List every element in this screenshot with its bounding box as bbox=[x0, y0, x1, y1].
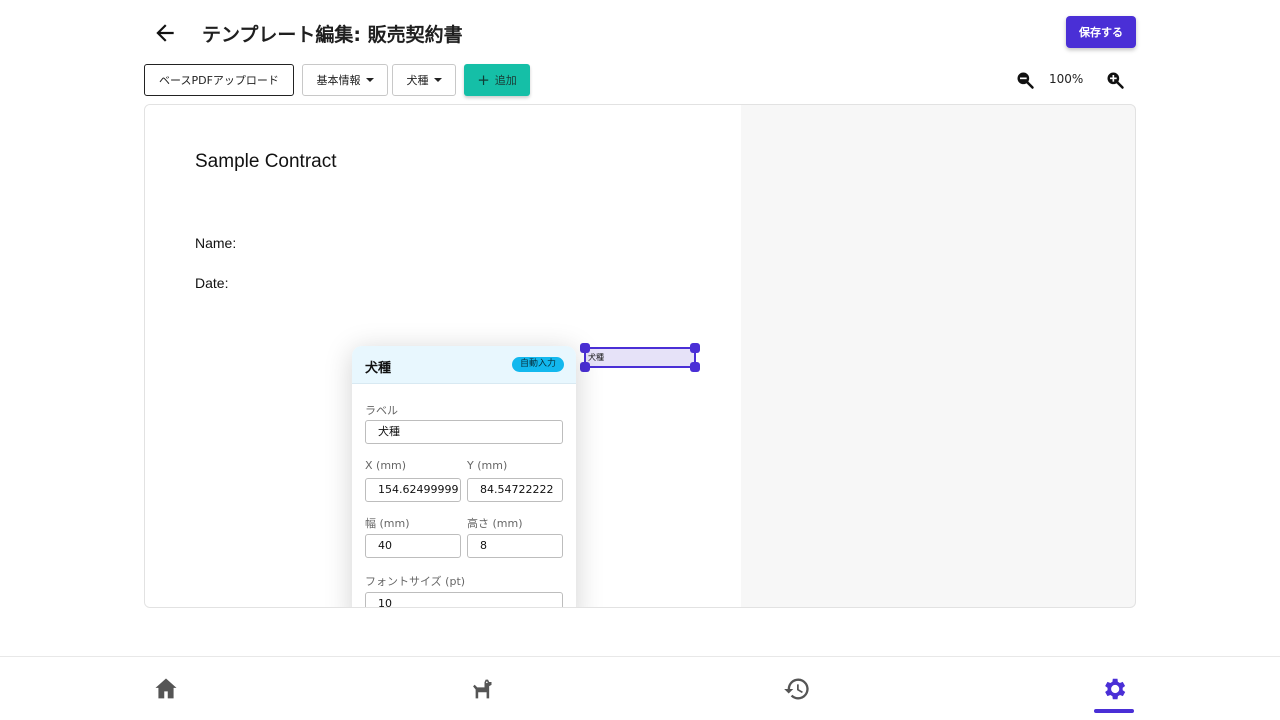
y-caption: Y (mm) bbox=[467, 459, 508, 472]
home-icon[interactable] bbox=[152, 675, 180, 703]
zoom-level: 100% bbox=[1049, 72, 1084, 86]
height-input[interactable]: 8 bbox=[467, 534, 563, 558]
editor-toolbar: ベースPDFアップロード 基本情報 犬種 + 追加 100% bbox=[144, 64, 1136, 96]
active-tab-indicator bbox=[1094, 709, 1134, 713]
caret-down-icon bbox=[433, 78, 442, 82]
x-input[interactable]: 154.62499999 bbox=[365, 478, 461, 502]
resize-handle-bottom-right[interactable] bbox=[690, 362, 700, 372]
y-input[interactable]: 84.54722222 bbox=[467, 478, 563, 502]
label-input[interactable]: 犬種 bbox=[365, 420, 563, 444]
document-name-label: Name: bbox=[195, 235, 237, 251]
back-arrow-icon[interactable] bbox=[152, 20, 178, 46]
selected-field-box[interactable]: 犬種 bbox=[580, 343, 700, 372]
height-caption: 高さ (mm) bbox=[467, 517, 523, 530]
basic-info-label: 基本情報 bbox=[316, 74, 361, 87]
basic-info-dropdown[interactable]: 基本情報 bbox=[302, 64, 388, 96]
panel-title: 犬種 bbox=[365, 361, 392, 376]
font-size-caption: フォントサイズ (pt) bbox=[365, 575, 466, 588]
caret-down-icon bbox=[365, 78, 374, 82]
panel-header: 犬種 自動入力 bbox=[352, 346, 576, 384]
page-header: テンプレート編集: 販売契約書 保存する bbox=[144, 14, 1136, 50]
add-field-label: 追加 bbox=[494, 74, 517, 87]
field-box-label: 犬種 bbox=[588, 353, 604, 362]
auto-fill-badge: 自動入力 bbox=[511, 357, 564, 372]
save-button[interactable]: 保存する bbox=[1066, 16, 1136, 48]
document-title: Sample Contract bbox=[195, 151, 337, 172]
zoom-out-icon[interactable] bbox=[1015, 70, 1035, 90]
dog-breed-dropdown[interactable]: 犬種 bbox=[392, 64, 456, 96]
document-date-label: Date: bbox=[195, 275, 229, 291]
settings-gear-icon[interactable] bbox=[1100, 675, 1128, 703]
field-properties-panel: 犬種 自動入力 ラベル 犬種 X (mm) 154.62499999 Y (mm… bbox=[352, 346, 576, 607]
upload-base-pdf-button[interactable]: ベースPDFアップロード bbox=[144, 64, 294, 96]
width-input[interactable]: 40 bbox=[365, 534, 461, 558]
font-size-input[interactable]: 10 bbox=[365, 592, 563, 607]
width-caption: 幅 (mm) bbox=[365, 517, 410, 530]
add-field-button[interactable]: + 追加 bbox=[464, 64, 530, 96]
dog-icon[interactable] bbox=[467, 675, 495, 703]
plus-icon: + bbox=[477, 71, 490, 89]
resize-handle-bottom-left[interactable] bbox=[580, 362, 590, 372]
resize-handle-top-right[interactable] bbox=[690, 343, 700, 353]
x-caption: X (mm) bbox=[365, 459, 407, 472]
label-caption: ラベル bbox=[365, 404, 398, 417]
history-icon[interactable] bbox=[783, 675, 811, 703]
bottom-navigation bbox=[0, 656, 1280, 720]
page-title: テンプレート編集: 販売契約書 bbox=[202, 24, 463, 46]
pdf-page: Sample Contract Name: Date: 犬種 犬種 自動入力 ラ… bbox=[145, 105, 741, 607]
dog-breed-label: 犬種 bbox=[406, 74, 429, 87]
template-editor-canvas: Sample Contract Name: Date: 犬種 犬種 自動入力 ラ… bbox=[144, 104, 1136, 608]
resize-handle-top-left[interactable] bbox=[580, 343, 590, 353]
zoom-in-icon[interactable] bbox=[1105, 70, 1125, 90]
